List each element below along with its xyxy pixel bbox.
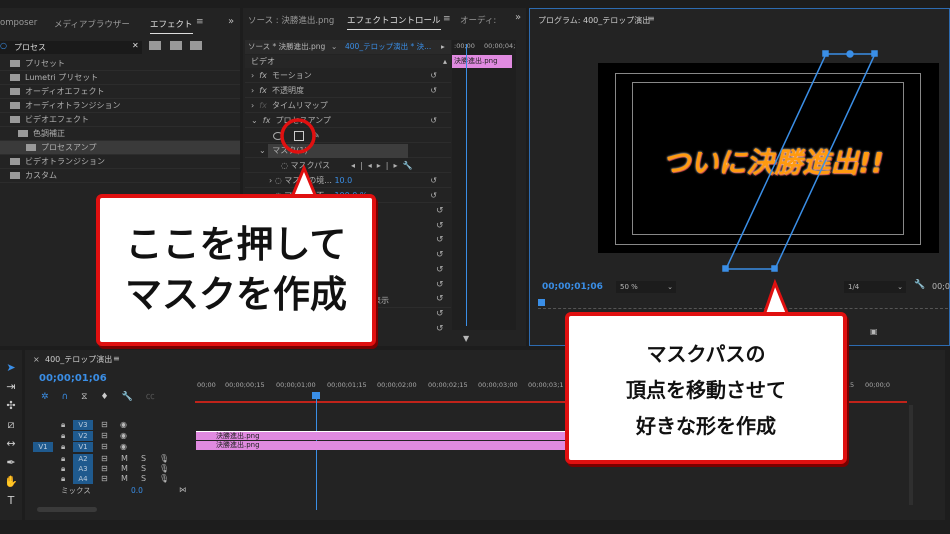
callout-tail-right [761,278,791,317]
callout-right: マスクパスの 頂点を移動させて 好きな形を作成 [565,312,847,464]
mask-vertex [822,50,829,57]
callout-tail-left [289,164,319,199]
mask-vertex [722,265,729,272]
callout-line: ここを押して [125,223,347,266]
mask-vertex [871,50,878,57]
mask-vertex [771,265,778,272]
highlight-circle [280,118,316,154]
mask-path[interactable] [722,50,878,272]
mask-feather-handle [846,50,854,58]
callout-line: 好きな形を作成 [636,414,776,438]
callout-line: マスクパスの [646,342,766,366]
callout-left: ここを押して マスクを作成 [96,194,376,346]
callout-line: 頂点を移動させて [626,378,786,402]
callout-line: マスクを作成 [125,273,347,316]
